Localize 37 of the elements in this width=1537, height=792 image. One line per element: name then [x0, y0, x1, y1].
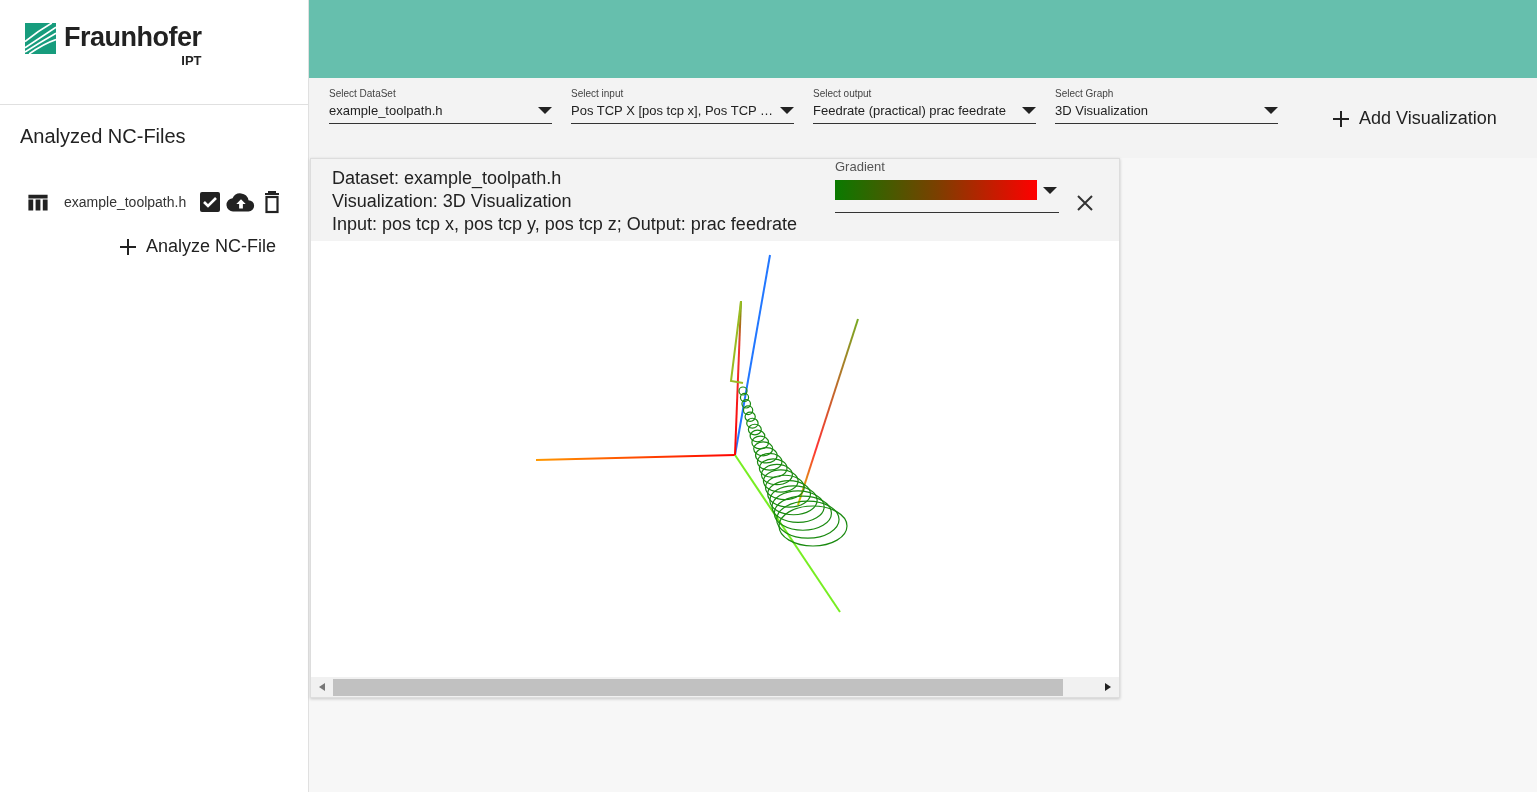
analyze-button[interactable]: Analyze NC-File — [114, 232, 308, 261]
file-name[interactable]: example_toolpath.h — [64, 194, 187, 210]
select-field[interactable]: Select DataSet example_toolpath.h — [329, 88, 552, 124]
card-info-text: Dataset: example_toolpath.h — [332, 167, 563, 190]
caret-icon — [1264, 107, 1278, 114]
scroll-left-icon[interactable] — [319, 683, 325, 691]
caret-icon — [538, 107, 552, 114]
caret-icon — [1022, 107, 1036, 114]
select-label: Select Graph — [1055, 88, 1115, 99]
caret-icon — [780, 107, 794, 114]
sidebar-title: Analyzed NC-Files — [20, 125, 187, 148]
select-value: Pos TCP X [pos tcp x], Pos TCP … — [571, 103, 774, 118]
select-label: Select DataSet — [329, 88, 397, 99]
select-label: Select input — [571, 88, 625, 99]
cloud-upload-icon[interactable] — [226, 190, 257, 214]
checkbox[interactable] — [198, 190, 223, 214]
scroll-right-icon[interactable] — [1105, 683, 1111, 691]
caret-icon — [1043, 186, 1057, 194]
logo-subtitle: IPT — [181, 52, 202, 68]
horizontal-scrollbar[interactable] — [311, 677, 1119, 697]
card-info-text: Visualization: 3D Visualization — [332, 190, 573, 213]
card-info-text: Input: pos tcp x, pos tcp y, pos tcp z; Output: prac feedrate — [332, 213, 798, 236]
gradient-select[interactable]: Gradient — [835, 159, 1059, 241]
gradient-label: Gradient — [835, 159, 886, 174]
logo-text: Fraunhofer — [64, 23, 202, 53]
add-visualization-button[interactable]: Add Visualization — [1327, 104, 1501, 133]
select-field[interactable]: Select output Feedrate (practical) prac feedrate — [813, 88, 1036, 124]
select-value: Feedrate (practical) prac feedrate — [813, 103, 1006, 118]
plus-icon — [118, 236, 138, 257]
select-label: Select output — [813, 88, 873, 99]
select-field[interactable]: Select input Pos TCP X [pos tcp x], Pos TCP … — [571, 88, 794, 124]
plus-icon — [1331, 108, 1351, 129]
select-value: 3D Visualization — [1055, 103, 1148, 118]
select-value: example_toolpath.h — [329, 103, 443, 118]
close-icon[interactable] — [1075, 193, 1095, 213]
select-field[interactable]: Select Graph 3D Visualization — [1055, 88, 1278, 124]
logo-icon — [25, 23, 56, 54]
